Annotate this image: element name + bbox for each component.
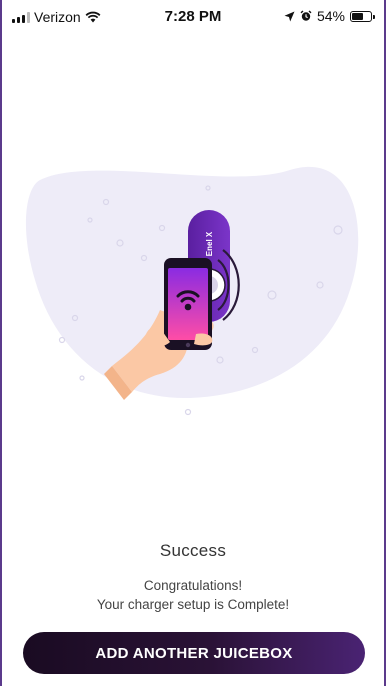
success-title: Success	[159, 541, 227, 560]
setup-complete-text: Your charger setup is Complete!	[96, 597, 290, 612]
status-right: 54%	[284, 8, 375, 24]
status-bar: Verizon 7:28 PM 54%	[0, 0, 386, 34]
congratulations-text: Congratulations!	[143, 578, 243, 593]
location-arrow-icon	[284, 11, 295, 21]
charger-setup-illustration: Enel X	[25, 166, 359, 416]
add-another-juicebox-button[interactable]: ADD ANOTHER JUICEBOX	[23, 632, 365, 674]
battery-icon	[350, 10, 375, 22]
device-brand-label: Enel X	[205, 231, 214, 256]
alarm-icon	[300, 10, 312, 21]
battery-percent: 54%	[316, 8, 345, 24]
